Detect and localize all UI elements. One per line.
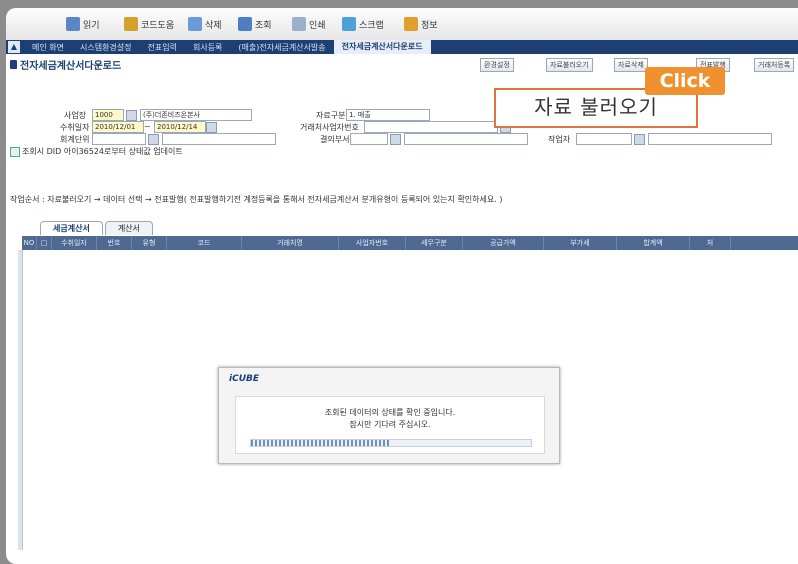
dept-input[interactable]: [350, 133, 388, 145]
toolbar-read-button[interactable]: 읽기: [66, 16, 100, 32]
loading-message-box: 조회된 데이터의 상태를 확인 중입니다. 잠시만 기다려 주십시오.: [235, 396, 545, 454]
brand-logo: iCUBE: [229, 374, 260, 384]
menu-item-system-settings[interactable]: 시스템환경설정: [72, 42, 140, 53]
column-header: 세무구분: [406, 236, 463, 250]
date-from-input[interactable]: 2010/12/01: [92, 121, 144, 133]
loading-dialog: iCUBE 조회된 데이터의 상태를 확인 중입니다. 잠시만 기다려 주십시오…: [218, 367, 560, 464]
column-header: 코드: [167, 236, 242, 250]
account-unit-lookup-icon[interactable]: [148, 134, 159, 145]
column-header: 거래처명: [242, 236, 339, 250]
date-label: 수취일자: [60, 123, 90, 132]
tab-tax-invoice[interactable]: 세금계산서: [40, 221, 103, 235]
column-header: 합계액: [617, 236, 690, 250]
grid-header: NO □ 수취일자 번호 유형 코드 거래처명 사업자번호 세무구분 공급가액 …: [22, 236, 798, 250]
loading-message-line1: 조회된 데이터의 상태를 확인 중입니다.: [324, 408, 456, 417]
toolbar-search-button[interactable]: 조회: [238, 16, 272, 32]
dept-name-field: [404, 133, 528, 145]
account-unit-input[interactable]: [92, 133, 146, 145]
toolbar: 읽기 코드도움 삭제 조회 인쇄 스크랩 정보: [6, 8, 798, 41]
calendar-icon[interactable]: [206, 122, 217, 133]
status-update-checkbox[interactable]: [10, 147, 20, 157]
menu-up-icon[interactable]: ▲: [8, 41, 20, 53]
page-title: 전자세금계산서다운로드: [10, 57, 121, 72]
loading-message-line2: 잠시만 기다려 주십시오.: [349, 420, 431, 429]
delete-icon: [188, 17, 202, 31]
column-header: 공급가액: [463, 236, 544, 250]
writer-lookup-icon[interactable]: [634, 134, 645, 145]
bizplace-lookup-icon[interactable]: [126, 110, 137, 121]
writer-input[interactable]: [576, 133, 632, 145]
menu-item-voucher-entry[interactable]: 전표입력: [140, 42, 185, 53]
menu-item-einvoice-download[interactable]: 전자세금계산서다운로드: [333, 40, 431, 54]
toolbar-scrap-button[interactable]: 스크랩: [342, 16, 384, 32]
writer-label: 작업자: [548, 135, 571, 144]
partner-register-button[interactable]: 거래처등록: [754, 58, 795, 72]
date-separator: ~: [144, 122, 151, 131]
toolbar-print-button[interactable]: 인쇄: [292, 16, 326, 32]
load-data-button[interactable]: 자료불러오기: [546, 58, 593, 72]
settings-button[interactable]: 환경설정: [480, 58, 514, 72]
search-icon: [238, 17, 252, 31]
page-title-icon: [10, 60, 17, 69]
column-header: 수취일자: [52, 236, 97, 250]
bizplace-label: 사업장: [64, 111, 87, 120]
column-header-select[interactable]: □: [37, 236, 52, 250]
account-unit-name-field: [162, 133, 276, 145]
partner-label: 거래처사업자번호: [300, 123, 359, 132]
bizplace-name-field: (주)더존비즈온본사: [140, 109, 252, 121]
menu-item-einvoice-send[interactable]: (매출)전자세금계산서발송: [230, 42, 333, 53]
column-header: 사업자번호: [339, 236, 406, 250]
dept-lookup-icon[interactable]: [390, 134, 401, 145]
dept-label: 결의부서: [320, 135, 350, 144]
toolbar-info-button[interactable]: 정보: [404, 16, 438, 32]
type-select[interactable]: 1. 매출: [346, 109, 430, 121]
toolbar-delete-button[interactable]: 삭제: [188, 16, 222, 32]
scrap-icon: [342, 17, 356, 31]
writer-name-field: [648, 133, 772, 145]
loading-progress-fill: [251, 440, 391, 446]
menu-item-company-registration[interactable]: 회사등록: [185, 42, 230, 53]
codehelp-icon: [124, 17, 138, 31]
bizplace-code-input[interactable]: 1000: [92, 109, 124, 121]
toolbar-codehelp-button[interactable]: 코드도움: [124, 16, 174, 32]
status-update-checkbox-label: 조회시 DID 아이36524로부터 상태값 업데이트: [22, 147, 183, 156]
type-label: 자료구분: [316, 111, 346, 120]
column-header: 부가세: [544, 236, 617, 250]
tab-bar: 세금계산서 계산서: [40, 221, 153, 235]
info-icon: [404, 17, 418, 31]
partner-input[interactable]: [364, 121, 498, 133]
loading-progress-bar: [250, 439, 532, 447]
menu-bar: ▲ 메인 화면 시스템환경설정 전표입력 회사등록 (매출)전자세금계산서발송 …: [6, 40, 798, 54]
column-header: NO: [22, 236, 37, 250]
column-header: 번호: [97, 236, 132, 250]
column-header: 유형: [132, 236, 167, 250]
read-icon: [66, 17, 80, 31]
delete-data-button[interactable]: 자료삭제: [614, 58, 648, 72]
date-to-input[interactable]: 2010/12/14: [154, 121, 206, 133]
work-order-guide: 작업순서 : 자료불러오기 → 데이터 선택 → 전표발행( 전표발행하기전 계…: [10, 195, 503, 204]
print-icon: [292, 17, 306, 31]
column-header: 처: [690, 236, 731, 250]
click-badge: Click: [645, 67, 725, 95]
account-unit-label: 회계단위: [60, 135, 90, 144]
tab-invoice[interactable]: 계산서: [104, 221, 153, 235]
menu-item-main[interactable]: 메인 화면: [24, 42, 72, 53]
